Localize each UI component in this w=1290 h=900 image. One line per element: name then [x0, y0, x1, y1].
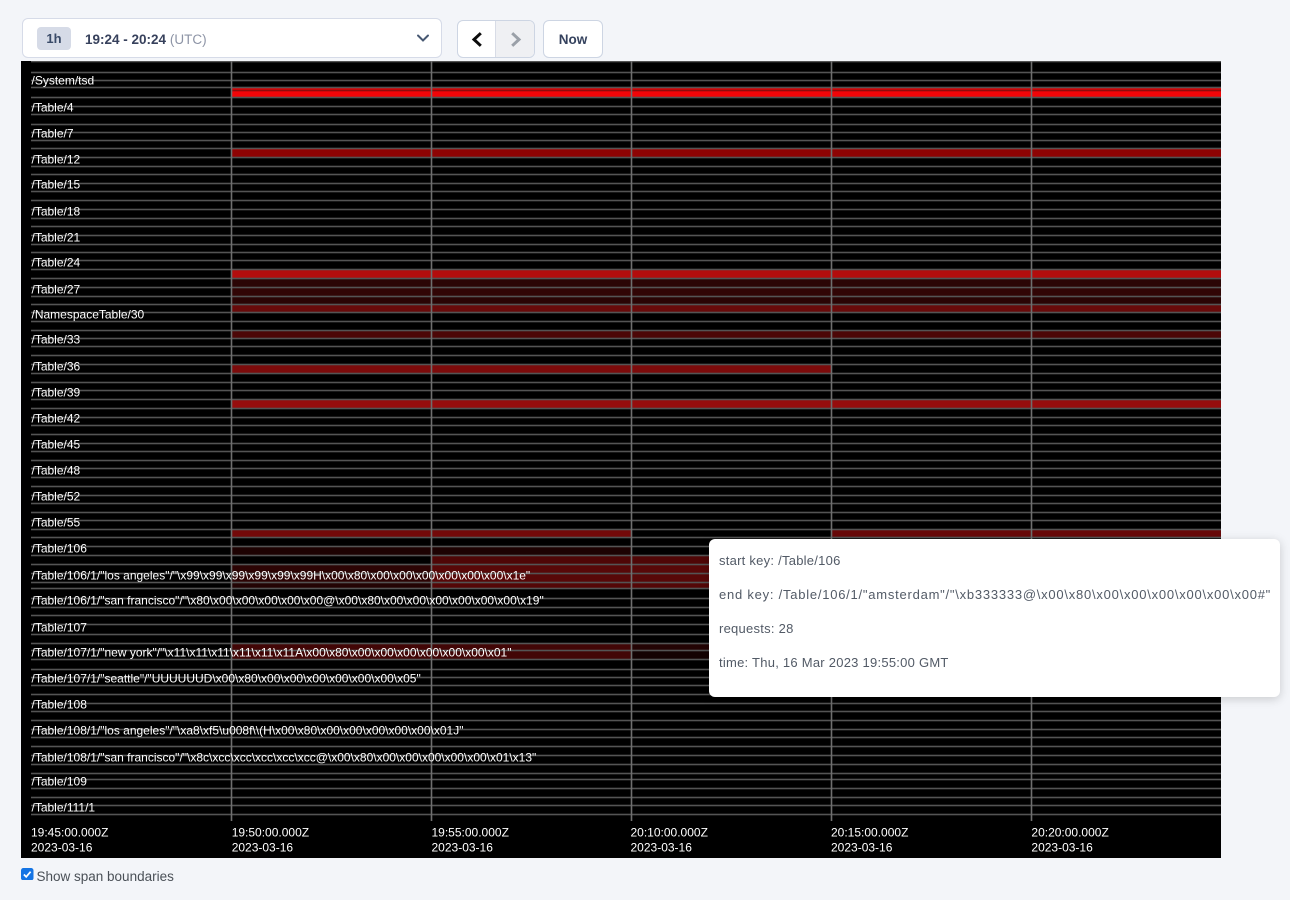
svg-text:20:15:00.000Z: 20:15:00.000Z — [831, 826, 908, 840]
svg-text:2023-03-16: 2023-03-16 — [232, 841, 294, 855]
svg-text:/Table/18: /Table/18 — [32, 205, 81, 219]
svg-text:/Table/15: /Table/15 — [32, 178, 81, 192]
svg-text:/Table/12: /Table/12 — [32, 153, 81, 167]
svg-text:20:20:00.000Z: 20:20:00.000Z — [1031, 826, 1108, 840]
svg-text:/Table/108: /Table/108 — [32, 698, 88, 712]
svg-text:/Table/108/1/"san francisco"/": /Table/108/1/"san francisco"/"\x8c\xcc\x… — [32, 751, 537, 765]
svg-text:/Table/36: /Table/36 — [32, 360, 81, 374]
svg-text:/Table/27: /Table/27 — [32, 283, 81, 297]
svg-text:/Table/45: /Table/45 — [32, 438, 81, 452]
svg-text:2023-03-16: 2023-03-16 — [432, 841, 494, 855]
svg-text:/Table/107/1/"new york"/"\x11\: /Table/107/1/"new york"/"\x11\x11\x11\x1… — [32, 646, 512, 660]
svg-text:19:45:00.000Z: 19:45:00.000Z — [31, 826, 108, 840]
svg-text:/Table/106/1/"los angeles"/"\x: /Table/106/1/"los angeles"/"\x99\x99\x99… — [32, 569, 531, 583]
svg-text:/Table/108/1/"los angeles"/"\x: /Table/108/1/"los angeles"/"\xa8\xf5\u00… — [32, 724, 464, 738]
svg-text:/Table/24: /Table/24 — [32, 256, 81, 270]
svg-text:/Table/39: /Table/39 — [32, 386, 81, 400]
svg-text:/Table/106/1/"san francisco"/": /Table/106/1/"san francisco"/"\x80\x00\x… — [32, 594, 544, 608]
svg-text:20:10:00.000Z: 20:10:00.000Z — [631, 826, 708, 840]
svg-text:/Table/111/1: /Table/111/1 — [32, 801, 96, 815]
svg-text:/Table/21: /Table/21 — [32, 231, 81, 245]
svg-text:/Table/52: /Table/52 — [32, 490, 81, 504]
svg-text:/Table/106: /Table/106 — [32, 542, 88, 556]
svg-text:/Table/109: /Table/109 — [32, 775, 88, 789]
svg-text:/Table/7: /Table/7 — [32, 127, 74, 141]
svg-text:19:55:00.000Z: 19:55:00.000Z — [432, 826, 509, 840]
svg-text:19:50:00.000Z: 19:50:00.000Z — [232, 826, 309, 840]
svg-text:/Table/107: /Table/107 — [32, 621, 88, 635]
svg-text:2023-03-16: 2023-03-16 — [631, 841, 693, 855]
svg-text:/Table/48: /Table/48 — [32, 464, 81, 478]
svg-text:/System/tsd: /System/tsd — [32, 74, 95, 88]
svg-text:/Table/107/1/"seattle"/"UUUUUU: /Table/107/1/"seattle"/"UUUUUUD\x00\x80\… — [32, 672, 421, 686]
svg-text:/Table/33: /Table/33 — [32, 333, 81, 347]
svg-text:/Table/42: /Table/42 — [32, 412, 81, 426]
svg-text:2023-03-16: 2023-03-16 — [831, 841, 893, 855]
svg-text:2023-03-16: 2023-03-16 — [31, 841, 93, 855]
svg-text:/Table/4: /Table/4 — [32, 101, 74, 115]
svg-text:/NamespaceTable/30: /NamespaceTable/30 — [32, 308, 145, 322]
svg-text:2023-03-16: 2023-03-16 — [1031, 841, 1093, 855]
svg-text:/Table/55: /Table/55 — [32, 516, 81, 530]
